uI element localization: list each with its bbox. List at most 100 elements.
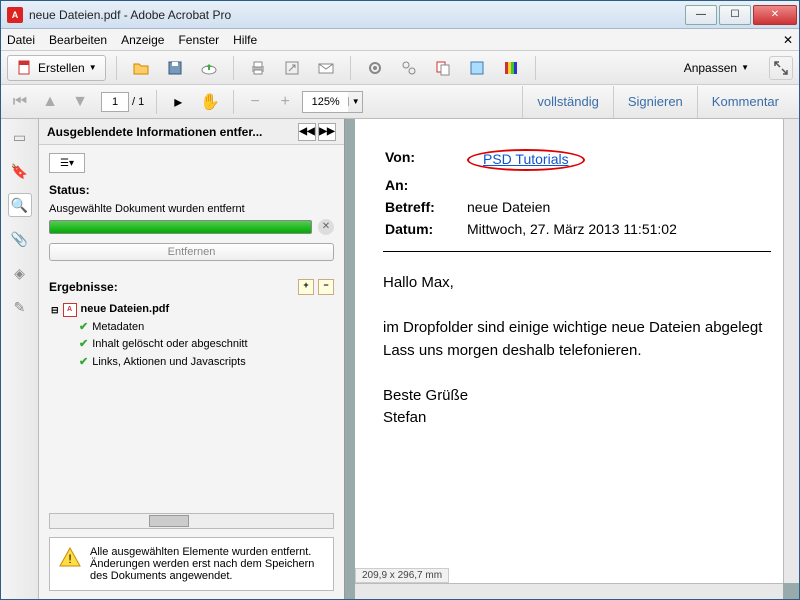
share-button[interactable] [278, 55, 306, 81]
email-para1: im Dropfolder sind einige wichtige neue … [383, 317, 771, 340]
zoom-in-button[interactable]: + [272, 89, 298, 115]
batch-button[interactable] [395, 55, 423, 81]
collapse-all-icon[interactable]: − [318, 279, 334, 295]
panel-options[interactable]: ☰▾ [49, 153, 85, 173]
pdf-page: Von: PSD Tutorials An: Betreff: neue Dat… [355, 119, 799, 583]
status-label: Status: [49, 183, 334, 197]
first-page-button[interactable]: ⏮ [7, 89, 33, 115]
maximize-button[interactable]: ☐ [719, 5, 751, 25]
form-button[interactable] [463, 55, 491, 81]
gear-button[interactable] [361, 55, 389, 81]
zoom-select[interactable]: ▼ [302, 91, 363, 113]
document-view: Von: PSD Tutorials An: Betreff: neue Dat… [345, 119, 799, 599]
tree-item[interactable]: ✔Links, Aktionen und Javascripts [51, 354, 334, 372]
cloud-button[interactable] [195, 55, 223, 81]
email-signature: Stefan [383, 407, 771, 430]
convert-button[interactable] [429, 55, 457, 81]
multimedia-button[interactable] [497, 55, 525, 81]
titlebar: A neue Dateien.pdf - Adobe Acrobat Pro —… [1, 1, 799, 29]
panel-prev-icon[interactable]: ◀◀ [298, 123, 316, 141]
email-greeting: Hallo Max, [383, 272, 771, 295]
menu-help[interactable]: Hilfe [233, 33, 257, 47]
plus-icon: + [280, 93, 289, 111]
attachments-icon[interactable]: 📎 [8, 227, 32, 251]
close-button[interactable]: ✕ [753, 5, 797, 25]
pdf-icon: A [63, 303, 77, 317]
batch-icon [400, 59, 418, 77]
h-scrollbar[interactable] [49, 513, 334, 529]
results-label: Ergebnisse: [49, 280, 118, 294]
cursor-icon: ▸ [174, 92, 182, 112]
floppy-icon [166, 59, 184, 77]
expand-icon [774, 61, 788, 75]
nav-rail: ▭ 🔖 🔍 📎 ◈ ✎ [1, 119, 39, 599]
save-button[interactable] [161, 55, 189, 81]
fullscreen-button[interactable] [769, 56, 793, 80]
minimize-button[interactable]: — [685, 5, 717, 25]
svg-text:!: ! [68, 552, 71, 566]
to-label: An: [385, 175, 465, 195]
select-tool[interactable]: ▸ [165, 89, 191, 115]
redaction-icon[interactable]: 🔍 [8, 193, 32, 217]
signatures-icon[interactable]: ✎ [8, 295, 32, 319]
tree-file-label: neue Dateien.pdf [81, 301, 170, 319]
menu-file[interactable]: Datei [7, 33, 35, 47]
page-input[interactable] [101, 92, 129, 112]
tree-file[interactable]: ⊟ A neue Dateien.pdf [51, 301, 334, 319]
sign-button[interactable]: Signieren [613, 86, 697, 118]
cancel-progress-icon[interactable]: ✕ [318, 219, 334, 235]
side-panel: Ausgeblendete Informationen entfer... ◀◀… [39, 119, 345, 599]
arrow-first-icon: ⏮ [13, 93, 27, 111]
chevron-down-icon: ▼ [89, 63, 97, 72]
create-icon [16, 59, 34, 77]
tree-item[interactable]: ✔Metadaten [51, 319, 334, 337]
zoom-input[interactable] [303, 92, 348, 112]
full-button[interactable]: vollständig [522, 86, 612, 118]
v-scrollbar[interactable] [783, 119, 799, 583]
h-scrollbar[interactable] [355, 583, 783, 599]
from-link[interactable]: PSD Tutorials [483, 151, 569, 167]
highlight-ellipse: PSD Tutorials [467, 149, 585, 171]
tree-item-label: Links, Aktionen und Javascripts [92, 354, 245, 372]
open-button[interactable] [127, 55, 155, 81]
check-icon: ✔ [79, 336, 88, 354]
panel-next-icon[interactable]: ▶▶ [318, 123, 336, 141]
chevron-down-icon[interactable]: ▼ [348, 97, 362, 106]
check-icon: ✔ [79, 319, 88, 337]
menu-view[interactable]: Anzeige [121, 33, 164, 47]
customize-button[interactable]: Anpassen ▼ [678, 61, 755, 75]
gear-icon [366, 59, 384, 77]
subject-value: neue Dateien [467, 197, 683, 217]
menu-window[interactable]: Fenster [178, 33, 219, 47]
close-doc-icon[interactable]: ✕ [783, 33, 793, 47]
status-text: Ausgewählte Dokument wurden entfernt [49, 203, 334, 215]
thumbnails-icon[interactable]: ▭ [8, 125, 32, 149]
menu-edit[interactable]: Bearbeiten [49, 33, 107, 47]
comment-button[interactable]: Kommentar [697, 86, 793, 118]
next-page-button[interactable]: ▼ [67, 89, 93, 115]
expand-all-icon[interactable]: + [298, 279, 314, 295]
menubar: Datei Bearbeiten Anzeige Fenster Hilfe ✕ [1, 29, 799, 51]
date-label: Datum: [385, 219, 465, 239]
main-toolbar: Erstellen ▼ Anpassen ▼ [1, 51, 799, 85]
arrow-up-icon: ▲ [42, 93, 58, 111]
layers-icon[interactable]: ◈ [8, 261, 32, 285]
zoom-out-button[interactable]: − [242, 89, 268, 115]
customize-label: Anpassen [684, 61, 737, 75]
tree-item[interactable]: ✔Inhalt gelöscht oder abgeschnitt [51, 336, 334, 354]
page-total: / 1 [132, 96, 144, 108]
hand-icon: ✋ [200, 92, 220, 112]
hand-tool[interactable]: ✋ [195, 89, 225, 115]
notice-box: ! Alle ausgewählten Elemente wurden entf… [49, 537, 334, 591]
mail-button[interactable] [312, 55, 340, 81]
minus-icon: − [250, 93, 259, 111]
bookmarks-icon[interactable]: 🔖 [8, 159, 32, 183]
rainbow-icon [502, 59, 520, 77]
folder-open-icon [132, 59, 150, 77]
remove-button[interactable]: Entfernen [49, 243, 334, 261]
print-button[interactable] [244, 55, 272, 81]
create-button[interactable]: Erstellen ▼ [7, 55, 106, 81]
share-icon [283, 59, 301, 77]
prev-page-button[interactable]: ▲ [37, 89, 63, 115]
app-icon: A [7, 7, 23, 23]
